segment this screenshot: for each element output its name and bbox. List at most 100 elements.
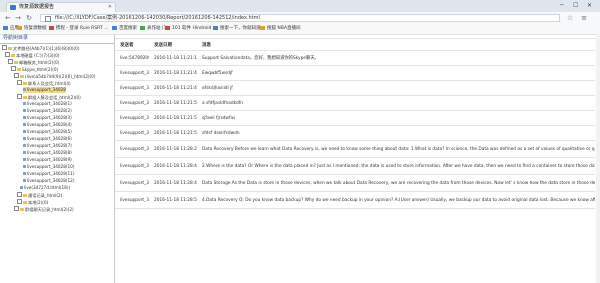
file-icon	[23, 109, 26, 112]
tree-node-label: 文件路径(A4b7)(1)(1)(6)(8)(0)(0)	[13, 46, 80, 51]
tree-node[interactable]: 文件路径(A4b7)(1)(1)(6)(8)(0)(0)	[2, 45, 79, 51]
table-row: livesupport_340282016-11-18 11:28:412.Wh…	[115, 157, 595, 175]
tree-node-label: 群组聊天记录_html(2)(2)	[25, 207, 74, 212]
tree-node-label: livesupport_34028(3)	[27, 115, 72, 120]
expand-toggle-icon[interactable]	[14, 73, 19, 78]
browser-tab[interactable]: 恢复源数据报告 ✕	[6, 2, 116, 12]
expand-toggle-icon[interactable]	[8, 59, 13, 64]
tree-node[interactable]: 群组聊天记录_html(2)(2)	[14, 206, 74, 212]
minimize-button[interactable]: ─	[560, 0, 564, 11]
message-cell: sjfaeil fjrsdwfas	[197, 110, 595, 126]
tree-node[interactable]: livesupport_34028(1)	[23, 101, 72, 107]
bookmark-item[interactable]: 百度搜索	[112, 24, 137, 34]
sender-cell: live:54789209	[115, 50, 149, 66]
navigation-tree-panel: 导航树目录 文件路径(A4b7)(1)(1)(6)(8)(0)(0) 本地磁盘 (…	[0, 34, 115, 283]
scrollbar[interactable]	[596, 34, 600, 283]
message-cell: afskdjhasiidl jf	[197, 80, 595, 96]
expand-toggle-icon[interactable]	[5, 52, 10, 57]
bookmark-item[interactable]: 恢复源数据	[17, 24, 47, 34]
expand-toggle-icon[interactable]	[14, 206, 19, 211]
tree-node[interactable]: livesupport_34028(12)	[23, 178, 74, 184]
folder-icon	[23, 201, 27, 204]
sender-cell: livesupport_34028	[115, 125, 149, 141]
bookmark-item[interactable]: 101 软件 Hindroid	[165, 24, 211, 34]
tree-node[interactable]: livesupport_34028(11)	[23, 171, 74, 177]
table-row: livesupport_340282016-11-18 11:28:41Data…	[115, 174, 595, 192]
tree-node[interactable]: livesupport_34028(10)	[23, 164, 74, 170]
tree-node[interactable]: livesupport_34028(5)	[23, 129, 72, 135]
tree-node[interactable]: livesupport_34028(8)	[23, 150, 72, 156]
tree-node[interactable]: live(34727d.html(18))	[20, 185, 70, 191]
tree-node[interactable]: 本地磁盘 (C:)(7)(3)(0)	[5, 52, 59, 58]
expand-toggle-icon[interactable]	[17, 192, 22, 197]
table-row: livesupport_340282016-11-18 11:28:28Data…	[115, 140, 595, 158]
date-cell: 2016-11-18 11:21:47	[149, 65, 197, 81]
address-input[interactable]: file:///C:/XLYDF/Case/案例-20161206-142030…	[40, 14, 560, 22]
tree-node[interactable]: livesupport_34028	[23, 87, 66, 93]
date-cell: 2016-11-18 11:21:51	[149, 110, 197, 126]
forward-icon[interactable]: →	[14, 14, 22, 22]
tree-node[interactable]: livesupport_34028(3)	[23, 115, 72, 121]
tree-node-label: 群组人脉及会话_html(2)(0)	[28, 95, 81, 100]
message-cell: Data Storage As the Data is store in tho…	[197, 174, 595, 192]
sender-cell: livesupport_34028	[115, 65, 149, 81]
tree-node[interactable]: livesupport_34028(9)	[23, 157, 72, 163]
close-window-button[interactable]: ✕	[587, 0, 592, 11]
reload-icon[interactable]: ↻	[25, 14, 33, 22]
expand-toggle-icon[interactable]	[11, 66, 16, 71]
tree-node[interactable]: livesupport_34028(7)	[23, 143, 72, 149]
file-icon	[23, 102, 26, 105]
page-info-icon[interactable]	[45, 16, 51, 22]
expand-toggle-icon[interactable]	[17, 94, 22, 99]
date-cell: 2016-11-18 11:28:41	[149, 157, 197, 175]
tree-node-label: livesupport_34028(11)	[27, 171, 75, 176]
maximize-button[interactable]: ☐	[573, 0, 578, 11]
file-icon	[23, 123, 26, 126]
folder-icon	[23, 194, 27, 197]
site-icon	[260, 25, 265, 30]
close-tab-icon[interactable]: ✕	[108, 3, 112, 12]
file-icon	[23, 165, 26, 168]
tree-node-label: livesupport_34028	[27, 87, 66, 92]
tree-node-label: livesupport_34028(4)	[27, 122, 72, 127]
tree-node[interactable]: 联系人及会话_html(4)	[17, 80, 71, 86]
tree-node[interactable]: (live)a54b7d4(9)(2)(6)_html(2)(0)	[14, 73, 95, 79]
tree-node[interactable]: livesupport_34028(6)	[23, 136, 72, 142]
date-cell: 2016-11-18 11:28:52	[149, 191, 197, 209]
bookmark-star-icon[interactable]: ☆	[566, 14, 574, 22]
header-date: 发送日期	[149, 39, 197, 51]
table-row: livesupport_340282016-11-18 11:21:50a sf…	[115, 95, 595, 111]
file-icon	[20, 186, 23, 189]
expand-toggle-icon[interactable]	[2, 45, 7, 50]
tree-node[interactable]: 群组人脉及会话_html(2)(0)	[17, 94, 81, 100]
bookmark-item[interactable]: 搜狐 NBA直播间	[260, 24, 300, 34]
expand-toggle-icon[interactable]	[17, 199, 22, 204]
back-icon[interactable]: ←	[4, 14, 12, 22]
tree-node[interactable]: livesupport_34028(2)	[23, 108, 72, 114]
tree-node-label: livesupport_34028(9)	[27, 157, 72, 162]
tree-node-label: livesupport_34028(6)	[27, 136, 72, 141]
expand-toggle-icon[interactable]	[17, 80, 22, 85]
tree-node[interactable]: livesupport_34028(4)	[23, 122, 72, 128]
tree-node[interactable]: 通话记录_html(2)	[17, 192, 62, 198]
tree-node[interactable]: 邮箱服务_html(2)(0)	[8, 59, 59, 65]
header-message: 消息	[197, 39, 595, 51]
header-sender: 发送者	[115, 39, 149, 51]
site-icon	[213, 25, 218, 30]
tree-node-label: 联系人及会话_html(4)	[28, 81, 71, 86]
site-icon	[112, 25, 117, 30]
sender-cell: livesupport_34028	[115, 191, 149, 209]
tree-node-label: 本地磁盘 (C:)(7)(3)(0)	[16, 53, 60, 58]
file-icon	[23, 144, 26, 147]
bookmark-item[interactable]: 携程 - 登录 Ruie RSRT ...	[49, 24, 108, 34]
folder-icon	[17, 25, 22, 30]
file-icon	[23, 179, 26, 182]
table-row: livesupport_340282016-11-18 11:21:47Ewqw…	[115, 65, 595, 81]
tree-node[interactable]: Skype_html(2)(0)	[11, 66, 58, 72]
tree-node-label: Skype_html(2)(0)	[22, 67, 59, 72]
menu-icon[interactable]: ≡	[580, 14, 588, 22]
file-icon	[23, 151, 26, 154]
tree-node[interactable]: 本地(2)(0)	[17, 199, 48, 205]
bookmark-item[interactable]: 搜索一下，你就知道	[213, 24, 261, 34]
sender-cell: livesupport_34028	[115, 95, 149, 111]
